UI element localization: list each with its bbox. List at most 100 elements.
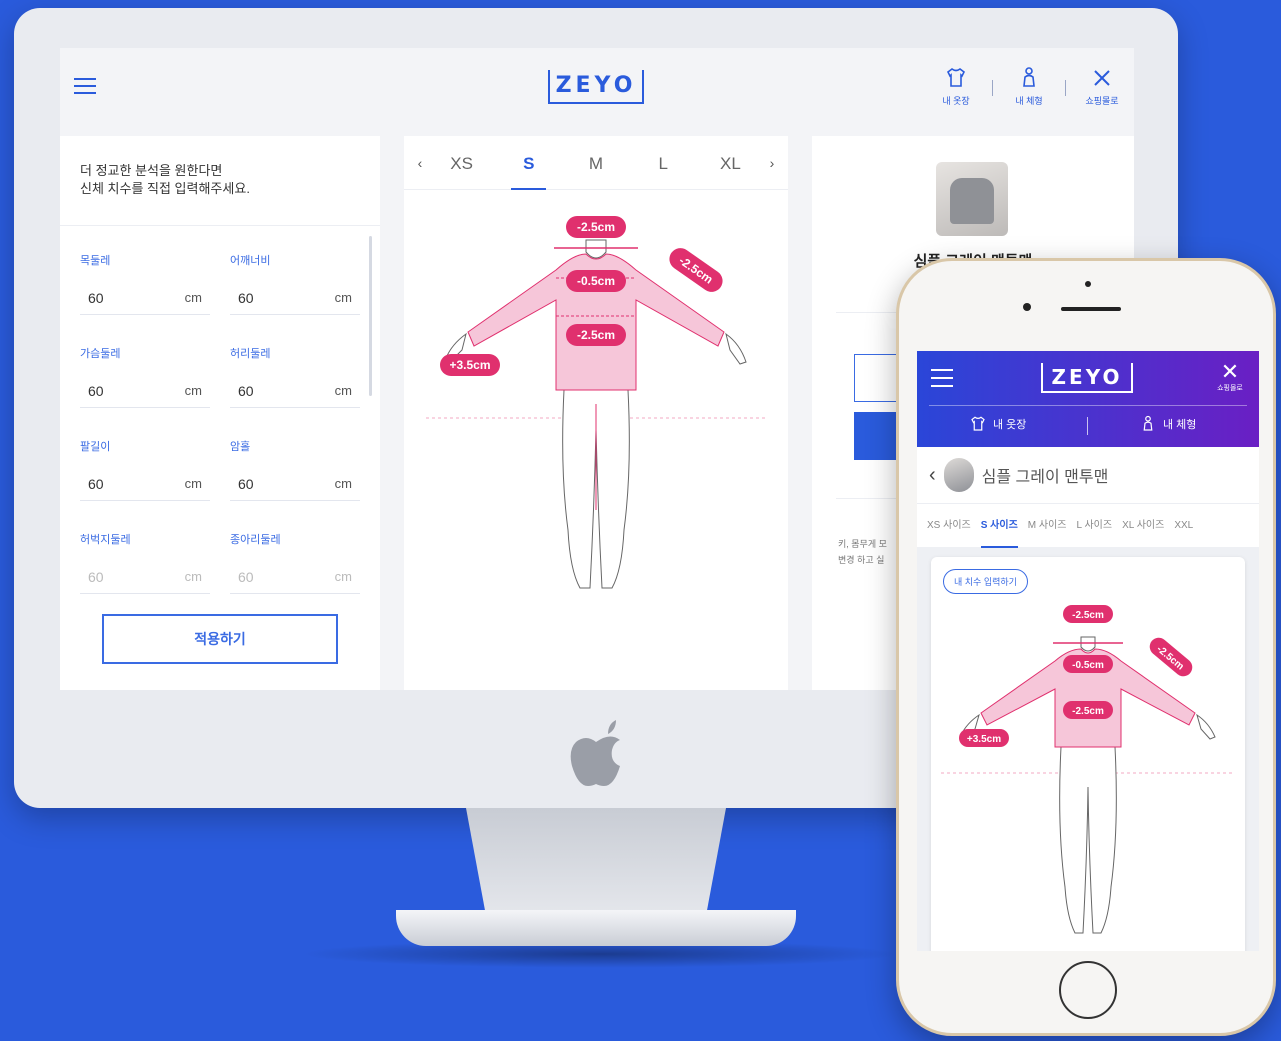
field-label: 종아리둘레 xyxy=(230,534,281,546)
size-prev-arrow[interactable]: ‹ xyxy=(412,155,428,171)
sleeve-fit-badge: -2.5cm xyxy=(1149,637,1193,677)
monitor-base xyxy=(396,910,796,946)
mobile-header: ZEYO ✕ 쇼핑몰로 내 옷장 내 체형 xyxy=(917,351,1259,447)
arm-fit-badge: +3.5cm xyxy=(959,729,1009,747)
field-unit: cm xyxy=(334,569,352,584)
my-closet-label: 내 옷장 xyxy=(942,96,970,106)
calf-field[interactable]: 종아리둘레 60 cm xyxy=(230,531,360,594)
field-label: 팔길이 xyxy=(80,441,111,453)
body-icon xyxy=(1023,67,1035,87)
field-value: 60 xyxy=(88,383,104,399)
close-icon: ✕ xyxy=(1220,359,1240,384)
tab-size-l[interactable]: L xyxy=(630,136,697,190)
tab-size-xs[interactable]: XS xyxy=(428,136,495,190)
neck-outline xyxy=(585,239,607,259)
neck-fit-badge: -2.5cm xyxy=(566,216,626,238)
my-body-label: 내 체형 xyxy=(1015,96,1043,106)
right-hand xyxy=(725,332,747,365)
field-unit: cm xyxy=(184,476,202,491)
body-fit-figure: -2.5cm -2.5cm -0.5cm -2.5cm +3.5cm xyxy=(426,216,766,589)
header-separator xyxy=(1065,80,1066,96)
field-value: 60 xyxy=(238,290,254,306)
svg-text:+3.5cm: +3.5cm xyxy=(967,734,1001,745)
form-scrollbar[interactable] xyxy=(369,236,372,396)
tab-size-xxl[interactable]: XXL xyxy=(1174,504,1193,548)
svg-text:-2.5cm: -2.5cm xyxy=(577,220,615,234)
tab-size-xl[interactable]: XL xyxy=(697,136,764,190)
app-header: ZEYO 내 옷장 내 체형 쇼핑몰로 xyxy=(60,48,1134,128)
body-icon xyxy=(1143,415,1153,431)
svg-text:-0.5cm: -0.5cm xyxy=(1072,660,1104,671)
sweater-image xyxy=(950,178,994,224)
field-unit: cm xyxy=(334,290,352,305)
shirt-icon xyxy=(946,68,966,87)
tab-my-closet[interactable]: 내 옷장 xyxy=(969,415,1026,433)
chest-field[interactable]: 가슴둘레 60 cm xyxy=(80,345,210,408)
my-body-button[interactable]: 내 체형 xyxy=(1007,66,1051,107)
header-divider xyxy=(929,405,1247,406)
tab-size-s[interactable]: S 사이즈 xyxy=(980,504,1018,548)
my-closet-button[interactable]: 내 옷장 xyxy=(934,66,978,107)
home-button[interactable] xyxy=(1059,961,1117,1019)
intro-line-1: 더 정교한 분석을 원한다면 xyxy=(80,163,223,178)
size-next-arrow[interactable]: › xyxy=(764,155,780,171)
waist-field[interactable]: 허리둘레 60 cm xyxy=(230,345,360,408)
tab-size-m[interactable]: M xyxy=(562,136,629,190)
svg-text:-2.5cm: -2.5cm xyxy=(1072,706,1104,717)
svg-text:-2.5cm: -2.5cm xyxy=(577,328,615,342)
field-label: 허벅지둘레 xyxy=(80,534,131,546)
field-label: 허리둘레 xyxy=(230,348,271,360)
field-value: 60 xyxy=(238,569,254,585)
sleeve-fit-badge: -2.5cm xyxy=(669,248,723,292)
apply-button[interactable]: 적용하기 xyxy=(102,614,338,664)
to-shop-button[interactable]: ✕ 쇼핑몰로 xyxy=(1215,361,1245,393)
field-unit: cm xyxy=(184,290,202,305)
mobile-phone: ZEYO ✕ 쇼핑몰로 내 옷장 내 체형 ‹ 심플 그레이 맨투맨 XS 사이… xyxy=(896,258,1276,1036)
neck-outline xyxy=(1080,636,1096,652)
tab-size-xs[interactable]: XS 사이즈 xyxy=(927,504,971,548)
field-value: 60 xyxy=(88,290,104,306)
chest-fit-badge: -2.5cm xyxy=(1063,701,1113,719)
field-value: 60 xyxy=(238,476,254,492)
to-shop-button[interactable]: 쇼핑몰로 xyxy=(1080,66,1124,107)
form-intro: 더 정교한 분석을 원한다면 신체 치수를 직접 입력해주세요. xyxy=(60,136,380,226)
product-thumbnail xyxy=(943,458,974,492)
intro-line-2: 신체 치수를 직접 입력해주세요. xyxy=(80,181,250,196)
mobile-size-tabs: XS 사이즈 S 사이즈 M 사이즈 L 사이즈 XL 사이즈 XXL xyxy=(917,503,1259,548)
monitor-stand xyxy=(466,808,726,920)
svg-text:+3.5cm: +3.5cm xyxy=(449,358,490,372)
shoulder-field[interactable]: 어깨너비 60 cm xyxy=(230,252,360,315)
field-label: 가슴둘레 xyxy=(80,348,121,360)
svg-text:-0.5cm: -0.5cm xyxy=(577,274,615,288)
tab-size-xl[interactable]: XL 사이즈 xyxy=(1122,504,1164,548)
tab-size-s[interactable]: S xyxy=(495,136,562,190)
field-label: 목둘레 xyxy=(80,255,111,267)
shoulder-fit-badge: -0.5cm xyxy=(1063,655,1113,673)
field-value: 60 xyxy=(88,476,104,492)
armhole-field[interactable]: 암홀 60 cm xyxy=(230,438,360,501)
tab-size-m[interactable]: M 사이즈 xyxy=(1028,504,1067,548)
header-actions: 내 옷장 내 체형 쇼핑몰로 xyxy=(934,66,1124,107)
field-unit: cm xyxy=(334,476,352,491)
neck-field[interactable]: 목둘레 60 cm xyxy=(80,252,210,315)
field-label: 암홀 xyxy=(230,441,251,453)
close-icon xyxy=(1094,70,1110,86)
tab-size-l[interactable]: L 사이즈 xyxy=(1077,504,1113,548)
size-tabs: ‹ XS S M L XL › xyxy=(404,136,788,190)
product-name: 심플 그레이 맨투맨 xyxy=(981,469,1109,486)
brand-logo: ZEYO xyxy=(548,70,644,104)
chest-fit-badge: -2.5cm xyxy=(566,324,626,346)
menu-icon[interactable] xyxy=(931,369,953,393)
proximity-sensor xyxy=(1085,281,1091,287)
mobile-fit-card: 내 치수 입력하기 -2.5cm -2.5cm -0.5cm -2.5cm +3… xyxy=(931,557,1245,951)
measurement-form-panel: 더 정교한 분석을 원한다면 신체 치수를 직접 입력해주세요. 목둘레 60 c… xyxy=(60,136,380,690)
arm-length-field[interactable]: 팔길이 60 cm xyxy=(80,438,210,501)
enter-measurements-button[interactable]: 내 치수 입력하기 xyxy=(943,569,1028,594)
earpiece-speaker xyxy=(1061,307,1121,311)
tab-my-body[interactable]: 내 체형 xyxy=(1139,415,1196,433)
thigh-field[interactable]: 허벅지둘레 60 cm xyxy=(80,531,210,594)
back-chevron-icon[interactable]: ‹ xyxy=(929,464,936,487)
shoulder-fit-badge: -0.5cm xyxy=(566,270,626,292)
field-unit: cm xyxy=(184,383,202,398)
menu-icon[interactable] xyxy=(74,78,96,96)
